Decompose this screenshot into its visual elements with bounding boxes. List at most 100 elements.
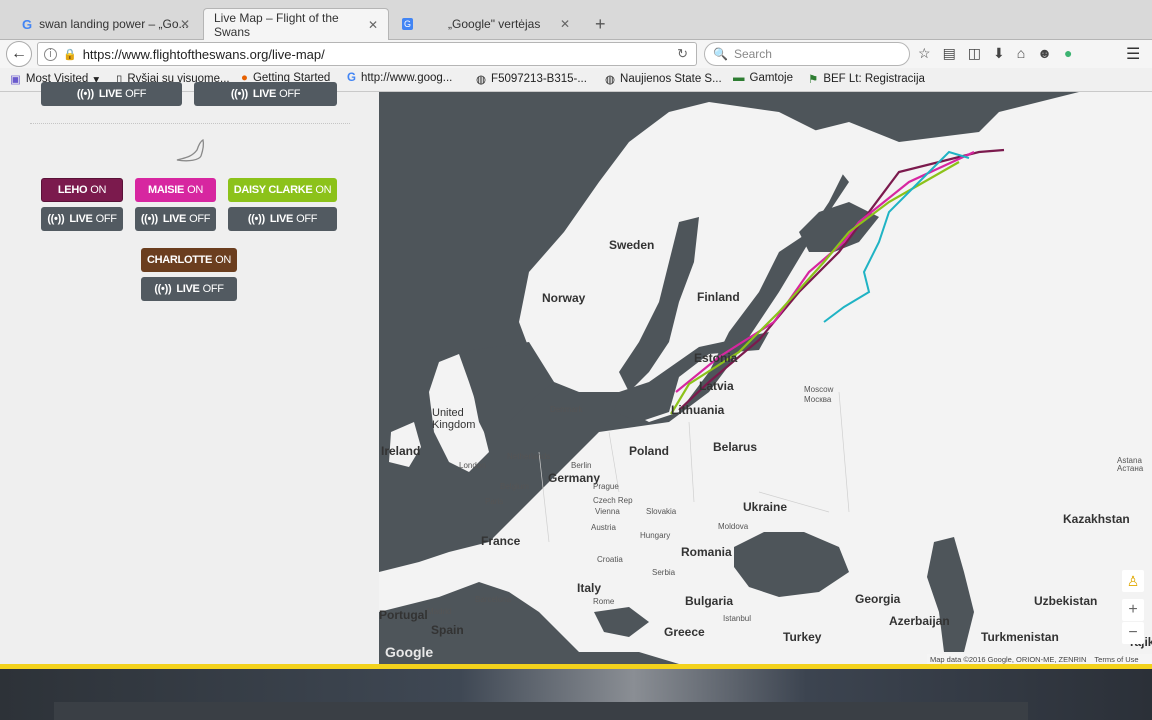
map-label-sweden: Sweden (609, 238, 655, 252)
chat-icon[interactable]: ☻ (1037, 45, 1052, 62)
map-label-croatia: Croatia (597, 555, 623, 564)
map-label-uzbekistan: Uzbekistan (1034, 594, 1098, 608)
divider (30, 123, 350, 124)
bookmark-item[interactable]: ◍ F5097213-B315-... (476, 72, 587, 86)
download-icon[interactable]: ⬇ (993, 45, 1005, 62)
map-label-czech: Czech Rep (593, 496, 633, 505)
search-bar[interactable]: 🔍 Search (704, 42, 910, 66)
map-label-moscow-ru: Москва (804, 395, 832, 404)
bookmark-item[interactable]: ▬ Gamtoje (733, 72, 793, 84)
zoom-in-button[interactable]: + (1122, 599, 1144, 621)
home-icon[interactable]: ⌂ (1017, 45, 1025, 62)
footer-panel (54, 702, 1028, 720)
map-label-madrid: Madrid (427, 607, 452, 616)
live-toggle-button[interactable]: ((•)) LIVE OFF (41, 82, 182, 106)
reload-icon[interactable]: ↻ (677, 46, 688, 62)
map-land (379, 92, 1152, 664)
map-label-prague: Prague (593, 482, 619, 491)
broadcast-icon: ((•)) (230, 88, 248, 100)
map-label-bulgaria: Bulgaria (685, 594, 734, 608)
map-label-barcelona: Barcelona (475, 595, 512, 604)
map-label-astana-ru: Астана (1117, 464, 1144, 473)
map-label-kazakhstan: Kazakhstan (1063, 512, 1130, 526)
reading-list-icon[interactable]: ▤ (943, 45, 956, 62)
broadcast-icon: ((•)) (247, 213, 265, 225)
extension-icon[interactable]: ● (1064, 45, 1072, 62)
back-button[interactable]: ← (6, 41, 32, 67)
swan-button-leho[interactable]: LEHO ON (41, 178, 123, 202)
site-icon: ▬ (733, 72, 745, 84)
swan-icon (176, 139, 205, 162)
map-label-istanbul: Istanbul (723, 614, 752, 623)
tab-google-search[interactable]: G swan landing power – „Go... ✕ (12, 8, 200, 40)
translate-icon: G (402, 18, 414, 30)
tab-label: swan landing power – „Go... (39, 17, 189, 31)
close-icon[interactable]: ✕ (368, 18, 378, 32)
close-icon[interactable]: ✕ (560, 17, 570, 31)
bookmark-item[interactable]: Ghttp://www.goog... (347, 72, 452, 84)
street-view-pegman-icon[interactable]: ♙ (1122, 570, 1144, 592)
globe-icon: ◍ (476, 74, 487, 86)
terms-link[interactable]: Terms of Use (1094, 655, 1138, 664)
new-tab-button[interactable]: + (585, 8, 616, 40)
google-logo: Google (385, 644, 434, 660)
tab-label: Live Map – Flight of the Swans (214, 10, 339, 39)
bookmark-star-icon[interactable]: ☆ (918, 45, 931, 62)
tab-translate[interactable]: G „Google" vertėjas ✕ (392, 8, 580, 40)
map-label-estonia: Estonia (694, 351, 738, 365)
map-label-poland: Poland (629, 444, 670, 458)
url-text: https://www.flightoftheswans.org/live-ma… (82, 46, 325, 62)
tab-bar: G swan landing power – „Go... ✕ Live Map… (0, 0, 1152, 40)
map-label-spain: Spain (431, 623, 464, 637)
broadcast-icon: ((•)) (76, 88, 94, 100)
pocket-icon[interactable]: ◫ (968, 45, 981, 62)
tab-live-map[interactable]: Live Map – Flight of the Swans ✕ (203, 8, 389, 40)
live-toggle-button[interactable]: ((•)) LIVE OFF (135, 207, 216, 231)
map[interactable]: Sweden Finland Norway Estonia Latvia Lit… (379, 92, 1152, 664)
bookmark-item[interactable]: ⚑ BEF Lt: Registracija (808, 72, 925, 86)
map-label-greece: Greece (664, 625, 705, 639)
sidebar: ((•)) LIVE OFF ((•)) LIVE OFF LEHO ON MAISIE O… (0, 82, 379, 664)
broadcast-icon: ((•)) (140, 213, 158, 225)
live-toggle-button[interactable]: ((•)) LIVE OFF (41, 207, 123, 231)
live-toggle-button[interactable]: ((•)) LIVE OFF (194, 82, 337, 106)
lock-icon: 🔒 (63, 48, 77, 61)
map-label-ireland: Ireland (381, 444, 421, 458)
globe-icon: ◍ (605, 74, 616, 86)
map-label-turkmenistan: Turkmenistan (981, 630, 1059, 644)
map-label-norway: Norway (542, 291, 586, 305)
map-label-uk: United Kingdom (432, 407, 476, 431)
map-label-vienna: Vienna (595, 507, 620, 516)
search-placeholder: Search (733, 47, 772, 61)
bookmark-item[interactable]: ◍ Naujienos State S... (605, 72, 722, 86)
map-label-georgia: Georgia (855, 592, 901, 606)
map-label-azerbaijan: Azerbaijan (889, 614, 950, 628)
map-label-hungary: Hungary (640, 531, 671, 540)
map-label-austria: Austria (591, 523, 616, 532)
map-label-turkey: Turkey (783, 630, 822, 644)
footer-banner (0, 669, 1152, 720)
swan-button-maisie[interactable]: MAISIE ON (135, 178, 216, 202)
map-label-london: London (459, 461, 486, 470)
live-toggle-button[interactable]: ((•)) LIVE OFF (228, 207, 337, 231)
map-label-moldova: Moldova (718, 522, 749, 531)
broadcast-icon: ((•)) (154, 283, 172, 295)
map-label-berlin: Berlin (571, 461, 592, 470)
broadcast-icon: ((•)) (47, 213, 65, 225)
live-toggle-button[interactable]: ((•)) LIVE OFF (141, 277, 237, 301)
url-bar[interactable]: i 🔒 https://www.flightoftheswans.org/liv… (37, 42, 697, 66)
info-icon[interactable]: i (44, 47, 57, 61)
map-label-portugal: Portugal (379, 608, 428, 622)
map-label-netherlands: Netherlands (507, 452, 551, 461)
zoom-out-button[interactable]: − (1122, 622, 1144, 644)
map-label-latvia: Latvia (699, 379, 734, 393)
map-label-finland: Finland (697, 290, 740, 304)
map-label-moscow: Moscow (804, 385, 834, 394)
menu-icon[interactable]: ☰ (1126, 44, 1140, 64)
close-icon[interactable]: ✕ (180, 17, 190, 31)
folder-icon: ▣ (10, 74, 21, 86)
swan-button-charlotte[interactable]: CHARLOTTE ON (141, 248, 237, 272)
swan-button-daisy-clarke[interactable]: DAISY CLARKE ON (228, 178, 337, 202)
map-label-france: France (481, 534, 521, 548)
flag-icon: ⚑ (808, 74, 819, 86)
